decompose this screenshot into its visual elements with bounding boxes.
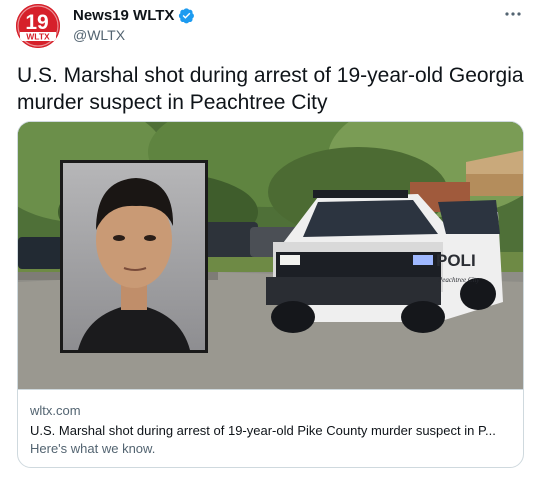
card-domain: wltx.com (30, 403, 81, 418)
tweet[interactable]: 19 WLTX News19 WLTX @WLTX U.S. Marshal s… (0, 0, 543, 484)
card-title: U.S. Marshal shot during arrest of 19-ye… (30, 423, 496, 438)
author-display-name[interactable]: News19 WLTX (73, 7, 174, 24)
link-card[interactable]: POLI Peachtree City wltx.com U.S. Marsha… (17, 121, 524, 468)
avatar-logo-letters: WLTX (26, 32, 50, 42)
verified-badge-icon (179, 8, 195, 24)
card-description: Here's what we know. (30, 441, 156, 456)
card-photo: POLI Peachtree City (18, 122, 523, 389)
author-name-row: News19 WLTX (73, 7, 195, 24)
tweet-text: U.S. Marshal shot during arrest of 19-ye… (17, 64, 524, 114)
card-meta[interactable]: wltx.com U.S. Marshal shot during arrest… (18, 389, 523, 467)
author-handle[interactable]: @WLTX (73, 27, 125, 43)
more-options-button[interactable] (501, 4, 525, 24)
more-options-icon (505, 12, 521, 16)
vehicle-door-text: POLI (436, 251, 476, 270)
author-avatar[interactable]: 19 WLTX (16, 4, 60, 48)
vehicle-door-small-text: Peachtree City (437, 276, 480, 284)
wltx-logo-icon: 19 WLTX (16, 4, 60, 48)
card-image[interactable]: POLI Peachtree City (18, 122, 523, 389)
